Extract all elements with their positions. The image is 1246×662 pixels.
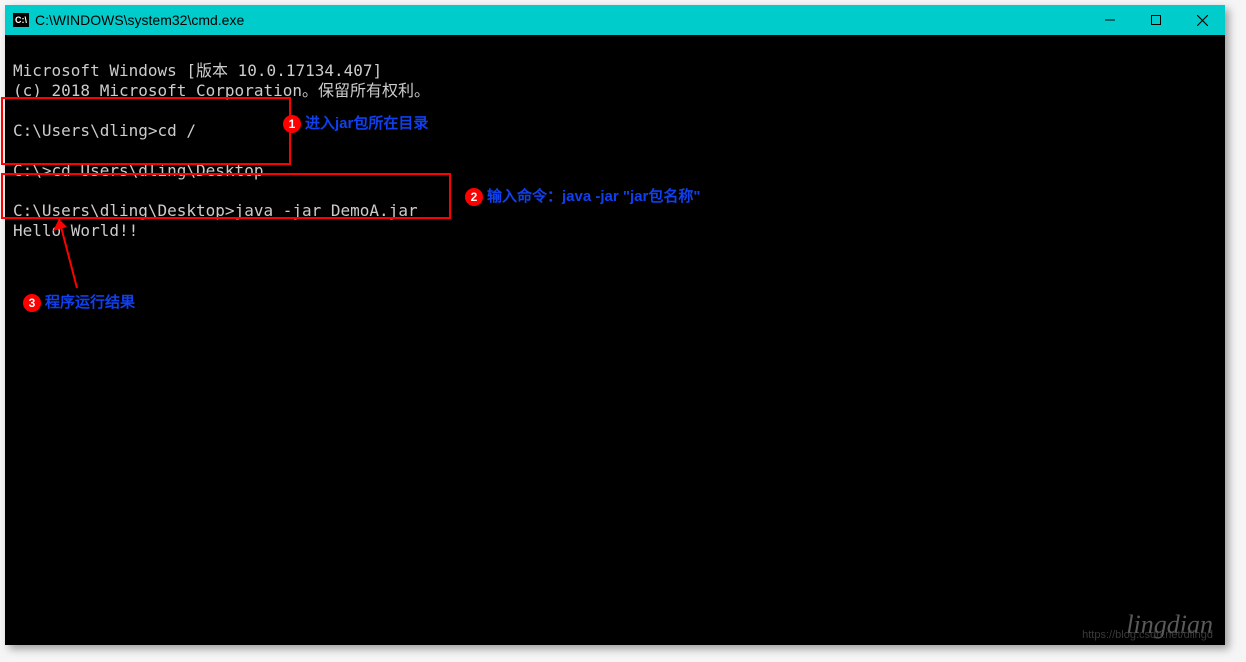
annotation-3: 3 程序运行结果 (23, 293, 135, 313)
terminal-line: (c) 2018 Microsoft Corporation。保留所有权利。 (13, 81, 430, 100)
badge-1: 1 (283, 115, 301, 133)
terminal-line: Hello World!! (13, 221, 138, 240)
terminal-line: C:\>cd Users\dling\Desktop (13, 161, 263, 180)
cmd-window: C:\ C:\WINDOWS\system32\cmd.exe Microsof… (5, 5, 1225, 645)
maximize-button[interactable] (1133, 5, 1179, 35)
titlebar[interactable]: C:\ C:\WINDOWS\system32\cmd.exe (5, 5, 1225, 35)
badge-3: 3 (23, 294, 41, 312)
window-controls (1087, 5, 1225, 35)
terminal-line: Microsoft Windows [版本 10.0.17134.407] (13, 61, 382, 80)
annotation-1-text: 进入jar包所在目录 (305, 114, 428, 134)
close-button[interactable] (1179, 5, 1225, 35)
minimize-button[interactable] (1087, 5, 1133, 35)
badge-2: 2 (465, 188, 483, 206)
annotation-2: 2 输入命令：java -jar "jar包名称" (465, 187, 700, 207)
watermark-url: https://blog.csdn.net/dlingd (1082, 625, 1213, 645)
terminal-body[interactable]: Microsoft Windows [版本 10.0.17134.407] (c… (5, 35, 1225, 645)
cmd-icon: C:\ (13, 13, 29, 27)
annotation-2-text: 输入命令：java -jar "jar包名称" (487, 187, 700, 207)
annotation-3-text: 程序运行结果 (45, 293, 135, 313)
terminal-line: C:\Users\dling\Desktop>java -jar DemoA.j… (13, 201, 418, 220)
window-title: C:\WINDOWS\system32\cmd.exe (35, 12, 244, 28)
annotation-1: 1 进入jar包所在目录 (283, 114, 428, 134)
terminal-line: C:\Users\dling>cd / (13, 121, 196, 140)
